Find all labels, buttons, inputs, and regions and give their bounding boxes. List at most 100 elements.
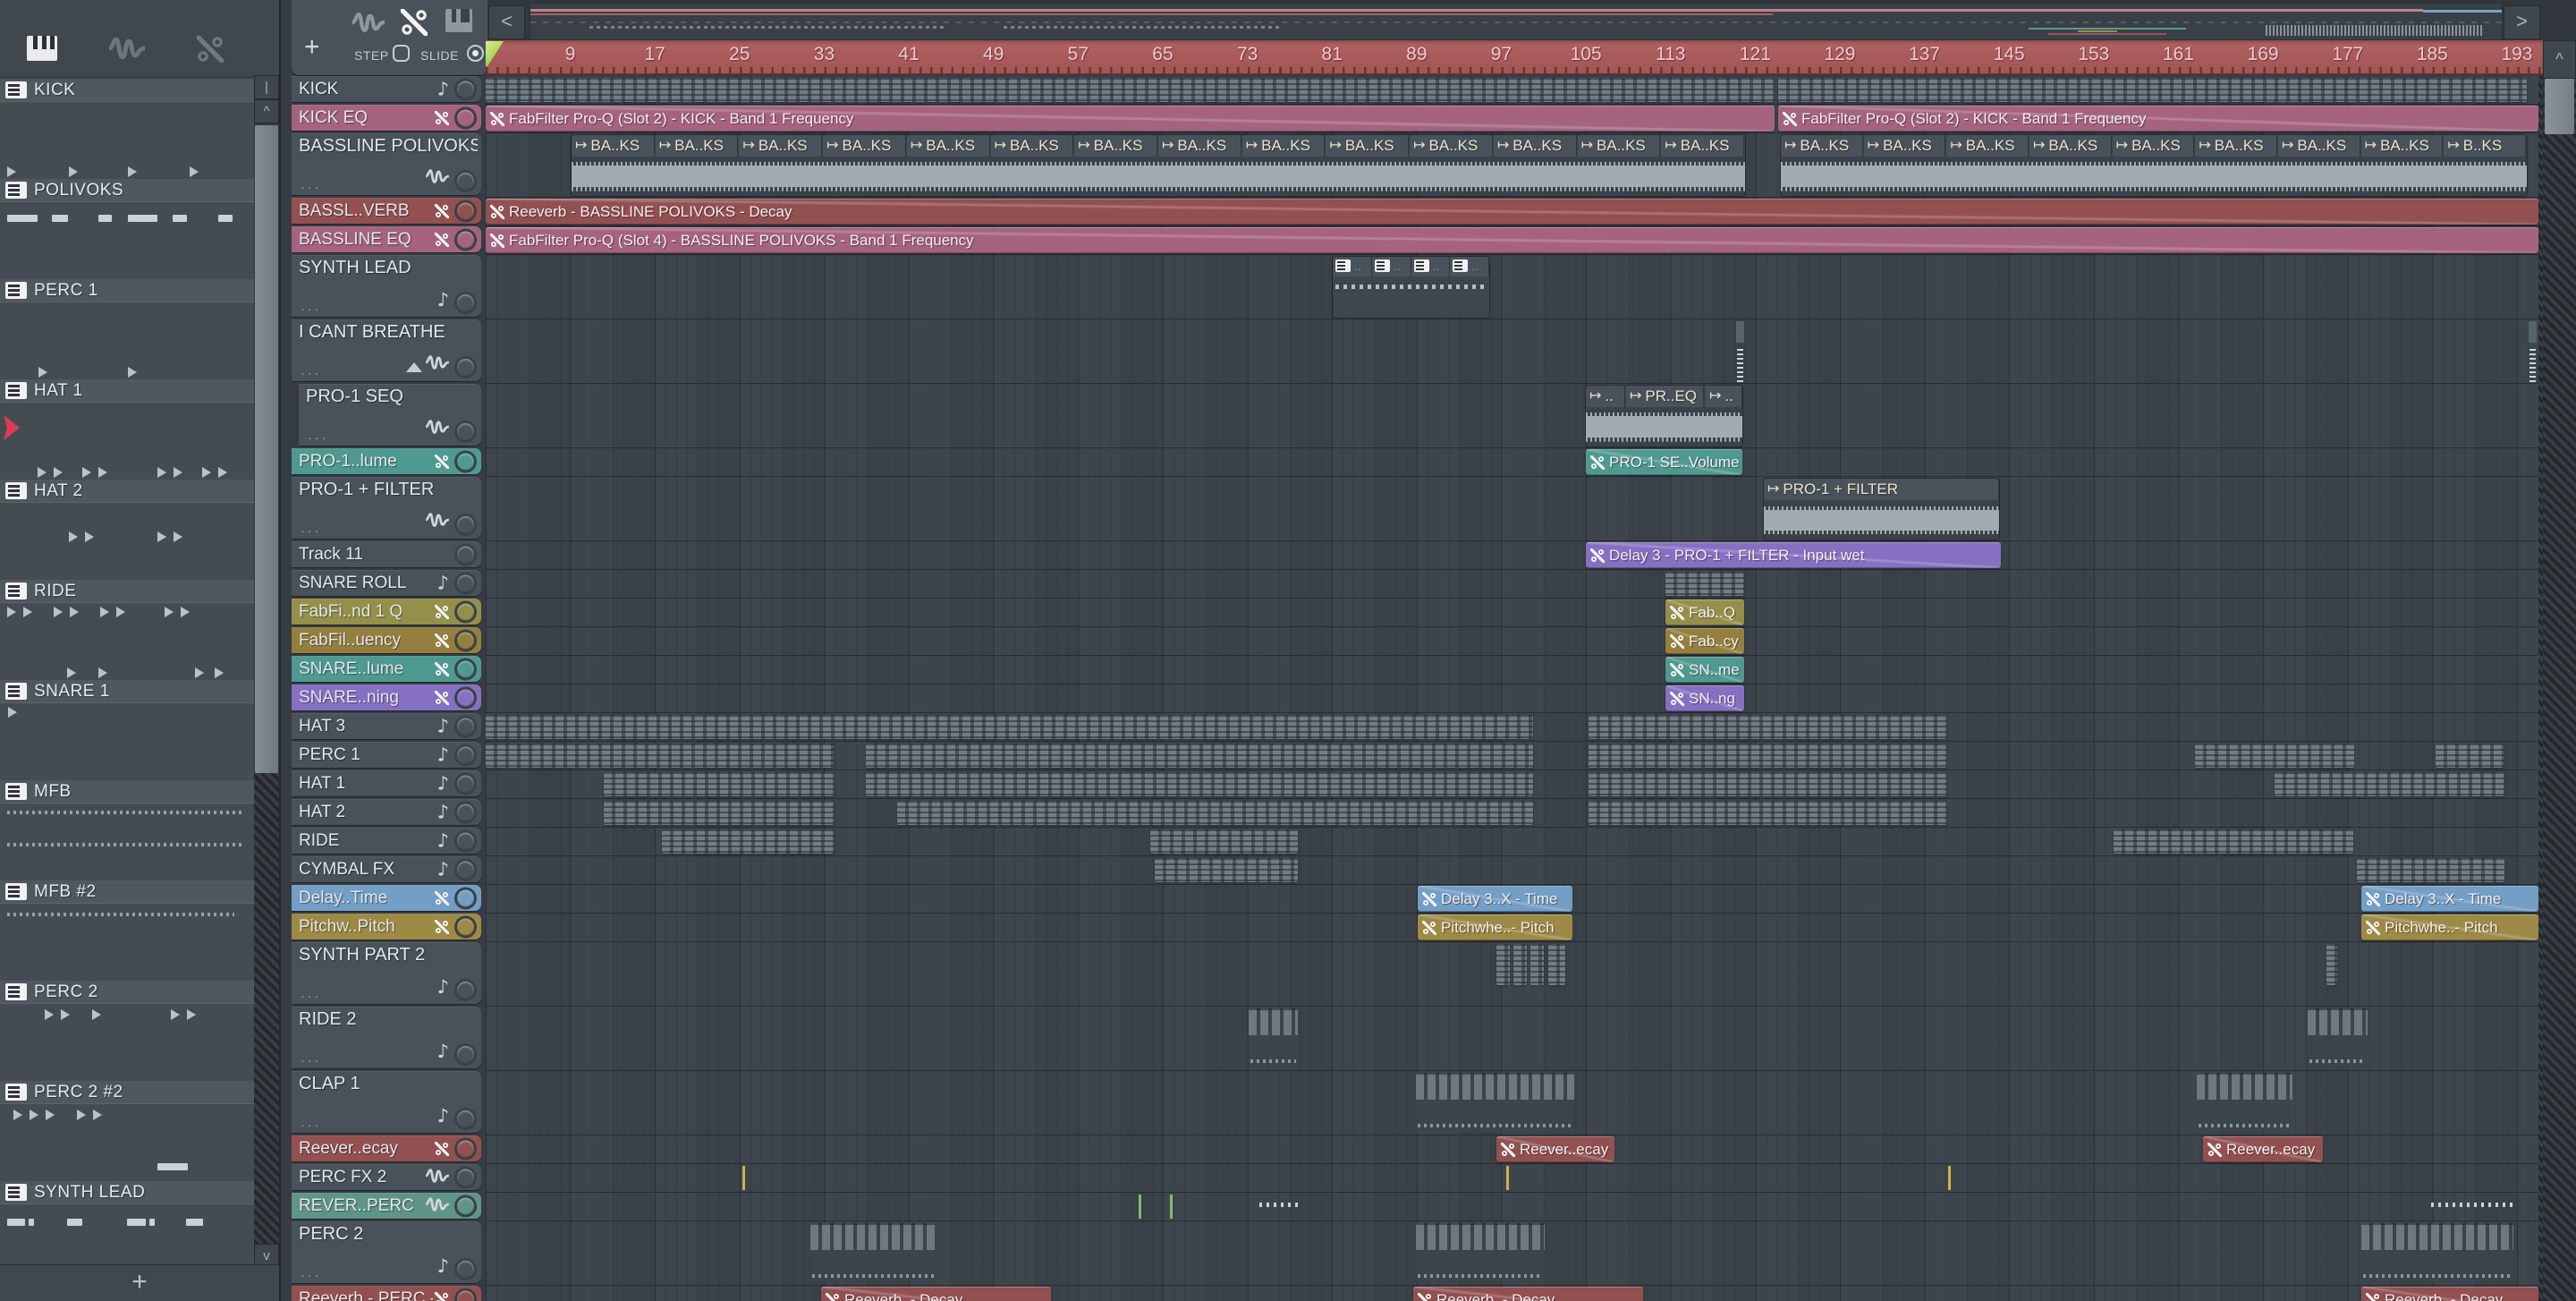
track-row[interactable]: SNARE..lume: [292, 656, 481, 682]
song-overview-strip[interactable]: [530, 3, 2503, 40]
automation-link-icon[interactable]: [401, 9, 428, 36]
scroll-right-button[interactable]: >: [2504, 5, 2540, 39]
audio-clip-header[interactable]: ↦PRO-1 + FILTER: [1764, 479, 1999, 500]
automation-clip[interactable]: Pitchwhe..- Pitch: [1418, 914, 1572, 940]
pattern-preview[interactable]: [0, 102, 254, 181]
pattern-block[interactable]: MFB: [0, 780, 254, 880]
track-enable-led[interactable]: [457, 81, 474, 98]
vertical-scrollbar[interactable]: ^: [2543, 40, 2576, 1301]
track-enable-led[interactable]: [457, 546, 474, 563]
track-enable-led[interactable]: [457, 775, 474, 792]
track-row[interactable]: PRO-1 SEQ...: [299, 384, 481, 446]
track-row[interactable]: Track 11: [292, 541, 481, 567]
track-row[interactable]: REVER..PERC: [292, 1193, 481, 1219]
pattern-clip[interactable]: [1589, 744, 1947, 768]
track-enable-led[interactable]: [457, 982, 474, 999]
automation-clip[interactable]: Reever..ecay: [1496, 1136, 1614, 1162]
pattern-header[interactable]: MFB: [0, 780, 254, 804]
pattern-block[interactable]: PERC 2: [0, 981, 254, 1081]
pattern-block[interactable]: PERC 1: [0, 279, 254, 379]
pattern-clip[interactable]: [2114, 829, 2353, 854]
scroll-up-button[interactable]: ^: [2543, 40, 2576, 79]
track-row[interactable]: BASSLINE EQ: [292, 226, 481, 252]
track-row[interactable]: SNARE..ning: [292, 685, 481, 710]
track-enable-led[interactable]: [457, 1290, 474, 1301]
audio-clip-run[interactable]: ↦BA..KS↦BA..KS↦BA..KS↦BA..KS↦BA..KS↦BA..…: [1781, 135, 2527, 196]
pattern-clip[interactable]: [1416, 1073, 1574, 1132]
track-row[interactable]: SYNTH LEAD...♪: [292, 255, 481, 317]
track-enable-led[interactable]: [457, 632, 474, 649]
pattern-clip[interactable]: [1665, 572, 1744, 596]
scroll-down-button[interactable]: v: [254, 1244, 279, 1265]
arm-triangle-icon[interactable]: [406, 362, 422, 372]
track-row[interactable]: PERC 2...♪: [292, 1221, 481, 1283]
scroll-up-button[interactable]: ^: [254, 99, 279, 123]
pattern-clip[interactable]: [486, 715, 1533, 739]
automation-clip[interactable]: FabFilter Pro-Q (Slot 2) - KICK - Band 1…: [1778, 106, 2538, 132]
track-enable-led[interactable]: [457, 294, 474, 311]
track-row[interactable]: HAT 2♪: [292, 799, 481, 825]
pattern-header[interactable]: POLIVOKS: [0, 179, 254, 203]
automation-clip[interactable]: Pitchwhe..- Pitch: [2361, 914, 2538, 940]
event-line-clip[interactable]: [742, 1166, 745, 1190]
audio-clip-header[interactable]: ↦PR..EQ: [1626, 386, 1704, 407]
track-enable-led[interactable]: [457, 516, 474, 533]
track-row[interactable]: SNARE ROLL♪: [292, 570, 481, 596]
audio-clip-header[interactable]: ↦BA..KS: [1326, 135, 1409, 157]
track-enable-led[interactable]: [457, 231, 474, 248]
track-row[interactable]: CYMBAL FX♪: [292, 856, 481, 882]
pattern-block[interactable]: SNARE 1: [0, 680, 254, 780]
audio-clip-header[interactable]: ↦BA..KS: [1781, 135, 1863, 157]
audio-clip-sliver[interactable]: [1736, 321, 1746, 382]
pattern-clip[interactable]: [897, 801, 1533, 825]
track-row[interactable]: KICK EQ: [292, 105, 481, 131]
audio-clip-header[interactable]: ↦BA..KS: [1242, 135, 1326, 157]
pattern-header[interactable]: SNARE 1: [0, 680, 254, 704]
track-row[interactable]: HAT 3♪: [292, 713, 481, 739]
audio-clip-header[interactable]: ↦BA..KS: [2278, 135, 2360, 157]
track-enable-led[interactable]: [457, 1169, 474, 1186]
track-row[interactable]: FabFi..nd 1 Q: [292, 599, 481, 625]
event-line-clip[interactable]: [1948, 1166, 1951, 1190]
pattern-header[interactable]: PERC 1: [0, 279, 254, 303]
pattern-clip[interactable]: [604, 801, 835, 825]
midi-clip-header[interactable]: ..: [1333, 257, 1372, 276]
pattern-preview[interactable]: [0, 904, 254, 982]
track-menu-dots[interactable]: ...: [301, 1263, 321, 1281]
track-row[interactable]: PERC FX 2: [292, 1164, 481, 1190]
pattern-block[interactable]: HAT 2: [0, 480, 254, 580]
pattern-clip[interactable]: [1548, 944, 1565, 985]
track-enable-led[interactable]: [457, 1046, 474, 1063]
pattern-clip[interactable]: [2197, 1073, 2292, 1132]
audio-clip-header[interactable]: ↦BA..KS: [1578, 135, 1661, 157]
pattern-scroll-track[interactable]: [254, 773, 279, 1244]
track-row[interactable]: KICK♪: [292, 76, 481, 102]
event-dashes-clip[interactable]: [1259, 1203, 1299, 1207]
audio-clip-header[interactable]: ↦BA..KS: [1410, 135, 1493, 157]
pattern-header[interactable]: PERC 2 #2: [0, 1081, 254, 1105]
track-row[interactable]: Reever..ecay: [292, 1135, 481, 1161]
pattern-preview[interactable]: [0, 804, 254, 882]
step-checkbox[interactable]: [393, 45, 410, 62]
automation-clip[interactable]: Fab..Q: [1665, 599, 1744, 625]
audio-clip-header[interactable]: ↦BA..KS: [1074, 135, 1157, 157]
track-row[interactable]: I CANT BREATHE...: [292, 319, 481, 381]
track-enable-led[interactable]: [457, 109, 474, 126]
audio-clip[interactable]: ↦PRO-1 + FILTER: [1764, 479, 1999, 540]
audio-clip-header[interactable]: ↦BA..KS: [907, 135, 990, 157]
automation-clip[interactable]: Reeverb. - Decay: [821, 1287, 1051, 1301]
event-line-clip[interactable]: [1139, 1195, 1141, 1219]
pattern-block[interactable]: POLIVOKS: [0, 179, 254, 279]
pattern-clip[interactable]: [2436, 744, 2504, 768]
pattern-preview[interactable]: [0, 1104, 254, 1183]
event-line-clip[interactable]: [1506, 1166, 1509, 1190]
automation-clip[interactable]: Fab..cy: [1665, 628, 1744, 654]
pattern-clip[interactable]: [1778, 78, 2527, 102]
pattern-header[interactable]: RIDE: [0, 580, 254, 604]
automation-clip[interactable]: PRO-1 SE..Volume: [1586, 449, 1742, 475]
track-row[interactable]: RIDE♪: [292, 828, 481, 854]
track-enable-led[interactable]: [457, 173, 474, 190]
automation-clip[interactable]: Reeverb. - Decay: [1413, 1287, 1643, 1301]
pattern-clip[interactable]: [604, 772, 835, 796]
audio-clip-header[interactable]: ↦BA..KS: [2029, 135, 2112, 157]
